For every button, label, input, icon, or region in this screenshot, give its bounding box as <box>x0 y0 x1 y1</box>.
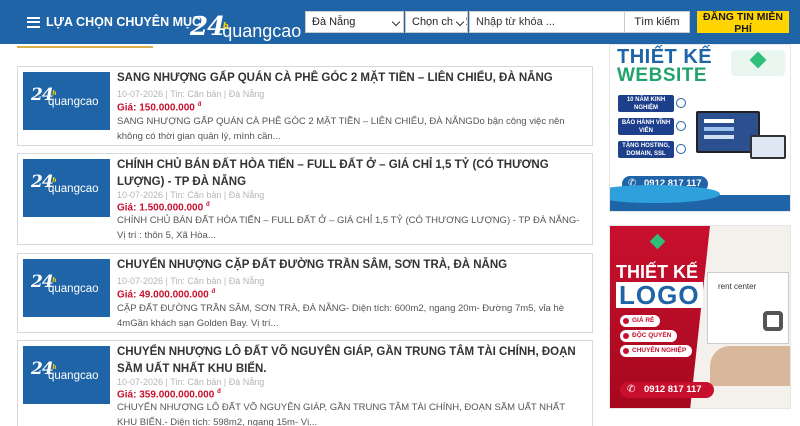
listing-meta: 10-07-2026 | Tin: Căn bản | Đà Nẵng <box>117 89 265 99</box>
listing-thumbnail[interactable]: 24 h quangcao <box>23 72 110 130</box>
banner-wave-decoration <box>610 185 790 211</box>
listing-meta: 10-07-2026 | Tin: Căn bản | Đà Nẵng <box>117 377 265 387</box>
category-menu-button[interactable]: LỰA CHỌN CHUYÊN MỤC <box>27 13 201 31</box>
city-select-value: Đà Nẵng <box>312 16 356 28</box>
banner-subtitle: LOGO <box>616 282 703 308</box>
brand-logo-icon <box>731 50 785 76</box>
thumbnail-logo-text: quangcao <box>48 283 99 295</box>
feature-badge: BẢO HÀNH VĨNH VIỄN <box>618 118 674 135</box>
logo-design-banner[interactable]: THIẾT KẾ LOGO GIÁ RẺ ĐỘC QUYỀN CHUYÊN NG… <box>609 225 791 409</box>
thumbnail-logo-text: quangcao <box>48 183 99 195</box>
listing-title[interactable]: CHUYỂN NHƯỢNG LÔ ĐẤT VÕ NGUYÊN GIÁP, GẦN… <box>117 344 587 378</box>
laptop-icon <box>750 135 786 159</box>
listing-price: Giá: 1.500.000.000 đ <box>117 202 210 214</box>
category-menu-label: LỰA CHỌN CHUYÊN MỤC <box>46 15 202 29</box>
hamburger-icon <box>27 16 40 28</box>
listing-thumbnail[interactable]: 24 h quangcao <box>23 346 110 404</box>
website-design-banner[interactable]: THIẾT KẾ WEBSITE 10 NĂM KINH NGHIỆM BẢO … <box>609 44 791 212</box>
thumbnail-logo-text: quangcao <box>48 96 99 108</box>
search-button[interactable]: Tìm kiếm <box>624 11 690 33</box>
brand-logo-icon <box>638 233 678 259</box>
check-icon <box>676 144 686 154</box>
banner-subtitle: WEBSITE <box>617 65 708 86</box>
check-icon <box>676 121 686 131</box>
listing-item: 24 h quangcao CHUYỂN NHƯỢNG LÔ ĐẤT VÕ NGU… <box>17 340 593 426</box>
category-select[interactable]: Chọn chuyên <box>405 11 468 33</box>
logo-number: 24 h <box>190 12 229 42</box>
check-icon <box>676 98 686 108</box>
listing-price: Giá: 359.000.000.000 đ <box>117 389 221 401</box>
feature-badge: 10 NĂM KINH NGHIỆM <box>618 95 674 112</box>
logo-text: quangcao <box>222 21 302 41</box>
listing-item: 24 h quangcao SANG NHƯỢNG GẤP QUÁN CÀ PHÊ… <box>17 66 593 146</box>
listing-title[interactable]: CHÍNH CHỦ BÁN ĐẤT HÒA TIẾN – FULL ĐẤT Ở … <box>117 157 587 191</box>
chevron-down-icon <box>391 17 401 27</box>
feature-pill: ĐỘC QUYỀN <box>620 330 678 342</box>
site-logo[interactable]: 24 h quangcao <box>190 6 301 40</box>
listing-thumbnail[interactable]: 24 h quangcao <box>23 259 110 317</box>
listing-meta: 10-07-2026 | Tin: Căn bản | Đà Nẵng <box>117 276 265 286</box>
listing-price: Giá: 150.000.000 đ <box>117 102 202 114</box>
post-free-ad-button[interactable]: ĐĂNG TIN MIỄN PHÍ <box>697 11 789 35</box>
listing-title[interactable]: CHUYỂN NHƯỢNG CẶP ĐẤT ĐƯỜNG TRẦN SÂM, SƠ… <box>117 257 587 274</box>
thumbnail-logo-text: quangcao <box>48 370 99 382</box>
feature-badge: TẶNG HOSTING, DOMAIN, SSL <box>618 141 674 158</box>
hand-illustration <box>710 346 790 386</box>
feature-pill: GIÁ RẺ <box>620 315 661 327</box>
listing-description: CHÍNH CHỦ BÁN ĐẤT HÒA TIẾN – FULL ĐẤT Ở … <box>117 215 580 241</box>
logo-sample-card: rent center <box>707 272 789 344</box>
listing-thumbnail[interactable]: 24 h quangcao <box>23 159 110 217</box>
top-header: LỰA CHỌN CHUYÊN MỤC 24 h quangcao Đà Nẵng… <box>0 0 800 44</box>
section-title-underline <box>17 44 153 48</box>
listing-price: Giá: 49.000.000.000 đ <box>117 289 216 301</box>
listing-description: SANG NHƯỢNG GẤP QUÁN CÀ PHÊ GÓC 2 MẶT TI… <box>117 116 565 142</box>
listing-title[interactable]: SANG NHƯỢNG GẤP QUÁN CÀ PHÊ GÓC 2 MẶT TI… <box>117 70 587 87</box>
listing-item: 24 h quangcao CHÍNH CHỦ BÁN ĐẤT HÒA TIẾN … <box>17 153 593 245</box>
listing-item: 24 h quangcao CHUYỂN NHƯỢNG CẶP ĐẤT ĐƯỜNG… <box>17 253 593 333</box>
city-select[interactable]: Đà Nẵng <box>305 11 404 33</box>
banner-phone: 0912 817 117 <box>620 382 714 398</box>
listing-description: CHUYỂN NHƯỢNG LÔ ĐẤT VÕ NGUYÊN GIÁP, GẦN… <box>117 402 565 426</box>
feature-pill: CHUYÊN NGHIỆP <box>620 345 693 357</box>
logo-mark-icon <box>763 311 783 331</box>
listing-description: CẶP ĐẤT ĐƯỜNG TRẦN SÂM, SƠN TRÀ, ĐÀ NẴNG… <box>117 303 565 329</box>
search-input[interactable] <box>469 11 624 33</box>
card-text: rent center <box>718 282 757 291</box>
listing-meta: 10-07-2026 | Tin: Căn bản | Đà Nẵng <box>117 190 265 200</box>
